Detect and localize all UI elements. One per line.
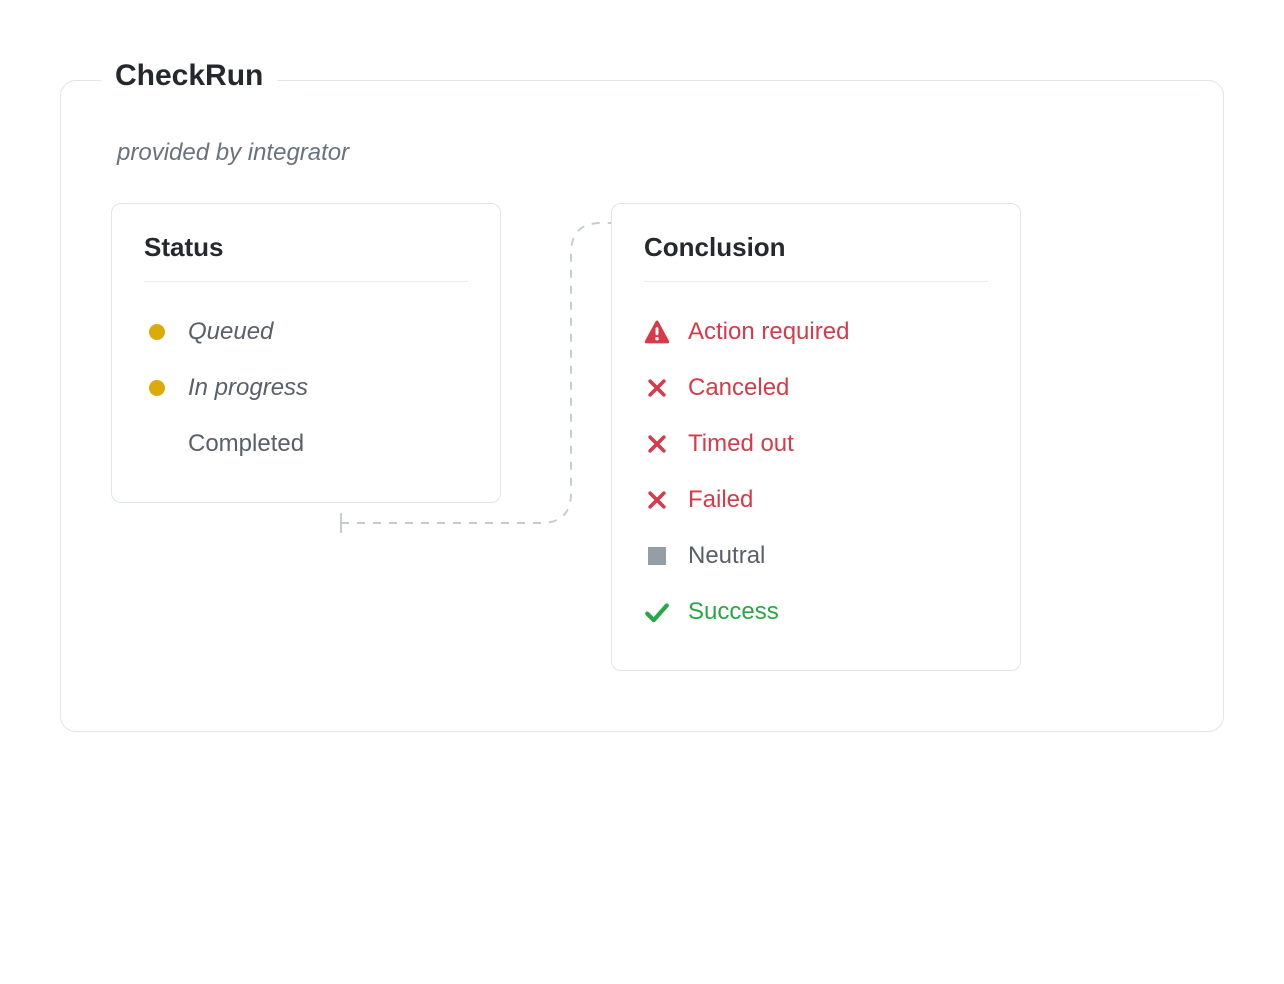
checkrun-container: CheckRun provided by integrator Status Q… bbox=[60, 80, 1224, 732]
square-icon bbox=[644, 543, 670, 569]
container-subtitle: provided by integrator bbox=[117, 139, 1173, 167]
conclusion-item-timed-out: Timed out bbox=[644, 416, 988, 472]
container-title: CheckRun bbox=[101, 59, 277, 93]
alert-triangle-icon bbox=[644, 319, 670, 345]
conclusion-label: Failed bbox=[688, 486, 753, 514]
divider bbox=[644, 281, 988, 282]
status-label: Queued bbox=[188, 318, 273, 346]
status-label: In progress bbox=[188, 374, 308, 402]
conclusion-label: Timed out bbox=[688, 430, 794, 458]
x-icon bbox=[644, 487, 670, 513]
pending-dot-icon bbox=[144, 375, 170, 401]
conclusion-item-action-required: Action required bbox=[644, 304, 988, 360]
status-item-queued: Queued bbox=[144, 304, 468, 360]
conclusion-item-canceled: Canceled bbox=[644, 360, 988, 416]
check-icon bbox=[644, 599, 670, 625]
conclusion-item-failed: Failed bbox=[644, 472, 988, 528]
x-icon bbox=[644, 375, 670, 401]
pending-dot-icon bbox=[144, 319, 170, 345]
status-label: Completed bbox=[188, 430, 304, 458]
x-icon bbox=[644, 431, 670, 457]
conclusion-panel: Conclusion Action required Canceled Time… bbox=[611, 203, 1021, 671]
conclusion-item-neutral: Neutral bbox=[644, 528, 988, 584]
panels-wrapper: Status Queued In progress Completed Conc… bbox=[111, 203, 1173, 671]
status-heading: Status bbox=[144, 232, 468, 263]
conclusion-label: Neutral bbox=[688, 542, 765, 570]
conclusion-heading: Conclusion bbox=[644, 232, 988, 263]
divider bbox=[144, 281, 468, 282]
conclusion-label: Action required bbox=[688, 318, 849, 346]
conclusion-label: Success bbox=[688, 598, 779, 626]
conclusion-label: Canceled bbox=[688, 374, 789, 402]
conclusion-item-success: Success bbox=[644, 584, 988, 640]
status-panel: Status Queued In progress Completed bbox=[111, 203, 501, 503]
status-item-completed: Completed bbox=[144, 416, 468, 472]
status-item-in-progress: In progress bbox=[144, 360, 468, 416]
